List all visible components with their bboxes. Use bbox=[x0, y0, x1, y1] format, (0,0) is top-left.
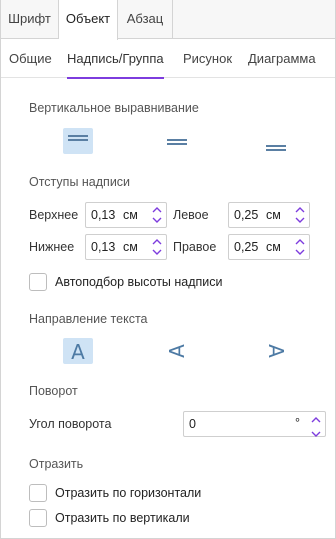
chevron-down-icon[interactable] bbox=[151, 215, 163, 225]
margins-title: Отступы надписи bbox=[29, 175, 131, 189]
tab-paragraph[interactable]: Абзац bbox=[118, 0, 173, 39]
margin-left-value[interactable]: 0,25 bbox=[234, 203, 258, 227]
chevron-up-icon[interactable] bbox=[294, 237, 306, 247]
text-rotate-up-icon: A bbox=[165, 344, 189, 358]
sub-tab-bar: Общие Надпись/Группа Рисунок Диаграмма bbox=[1, 39, 335, 79]
rotation-angle-stepper[interactable]: 0 ° bbox=[183, 411, 326, 437]
svg-text:A: A bbox=[264, 344, 288, 358]
top-tab-bar: Шрифт Объект Абзац bbox=[1, 0, 335, 40]
tab-font[interactable]: Шрифт bbox=[1, 0, 59, 39]
chevron-up-icon[interactable] bbox=[310, 414, 322, 428]
vertical-align-title: Вертикальное выравнивание bbox=[29, 101, 199, 115]
flip-vertical-checkbox[interactable] bbox=[29, 509, 47, 527]
flip-horizontal-label[interactable]: Отразить по горизонтали bbox=[55, 486, 201, 500]
tab-general[interactable]: Общие bbox=[9, 39, 52, 78]
margin-top-label: Верхнее bbox=[29, 208, 79, 222]
margin-bottom-stepper[interactable]: 0,13 см bbox=[85, 234, 167, 260]
chevron-down-icon[interactable] bbox=[310, 428, 322, 442]
rotation-angle-label: Угол поворота bbox=[29, 417, 112, 431]
text-direction-rotate-up-button[interactable]: A bbox=[162, 338, 192, 364]
chevron-down-icon[interactable] bbox=[294, 215, 306, 225]
rotation-angle-value[interactable]: 0 bbox=[189, 412, 196, 436]
text-direction-horizontal-button[interactable]: A bbox=[63, 338, 93, 364]
tab-picture[interactable]: Рисунок bbox=[183, 39, 232, 78]
margin-top-stepper[interactable]: 0,13 см bbox=[85, 202, 167, 228]
valign-center-button[interactable] bbox=[162, 128, 192, 154]
margin-right-value[interactable]: 0,25 bbox=[234, 235, 258, 259]
text-direction-rotate-down-button[interactable]: A bbox=[261, 338, 291, 364]
text-horizontal-icon: A bbox=[71, 340, 85, 364]
margin-right-label: Правое bbox=[173, 240, 217, 254]
margin-bottom-value[interactable]: 0,13 bbox=[91, 235, 115, 259]
chevron-up-icon[interactable] bbox=[151, 205, 163, 215]
flip-title: Отразить bbox=[29, 457, 84, 471]
tab-textbox-group[interactable]: Надпись/Группа bbox=[67, 39, 164, 79]
align-top-icon bbox=[68, 135, 88, 137]
rotation-title: Поворот bbox=[29, 384, 78, 398]
chevron-up-icon[interactable] bbox=[294, 205, 306, 215]
margin-top-value[interactable]: 0,13 bbox=[91, 203, 115, 227]
flip-horizontal-checkbox[interactable] bbox=[29, 484, 47, 502]
align-middle-icon bbox=[167, 139, 187, 141]
margin-right-stepper[interactable]: 0,25 см bbox=[228, 234, 310, 260]
chevron-down-icon[interactable] bbox=[151, 247, 163, 257]
margin-left-label: Левое bbox=[173, 208, 209, 222]
chevron-up-icon[interactable] bbox=[151, 237, 163, 247]
margin-bottom-label: Нижнее bbox=[29, 240, 75, 254]
autofit-label[interactable]: Автоподбор высоты надписи bbox=[55, 275, 223, 289]
valign-bottom-button[interactable] bbox=[261, 128, 291, 154]
text-direction-title: Направление текста bbox=[29, 312, 148, 326]
chevron-down-icon[interactable] bbox=[294, 247, 306, 257]
autofit-checkbox[interactable] bbox=[29, 273, 47, 291]
text-rotate-down-icon: A bbox=[264, 344, 288, 358]
svg-text:A: A bbox=[71, 340, 85, 364]
align-bottom-icon bbox=[266, 145, 286, 147]
properties-panel: Шрифт Объект Абзац Общие Надпись/Группа … bbox=[0, 0, 336, 539]
tab-chart[interactable]: Диаграмма bbox=[248, 39, 316, 78]
svg-text:A: A bbox=[165, 344, 189, 358]
valign-top-button[interactable] bbox=[63, 128, 93, 154]
tab-object[interactable]: Объект bbox=[59, 0, 118, 40]
flip-vertical-label[interactable]: Отразить по вертикали bbox=[55, 511, 190, 525]
margin-left-stepper[interactable]: 0,25 см bbox=[228, 202, 310, 228]
